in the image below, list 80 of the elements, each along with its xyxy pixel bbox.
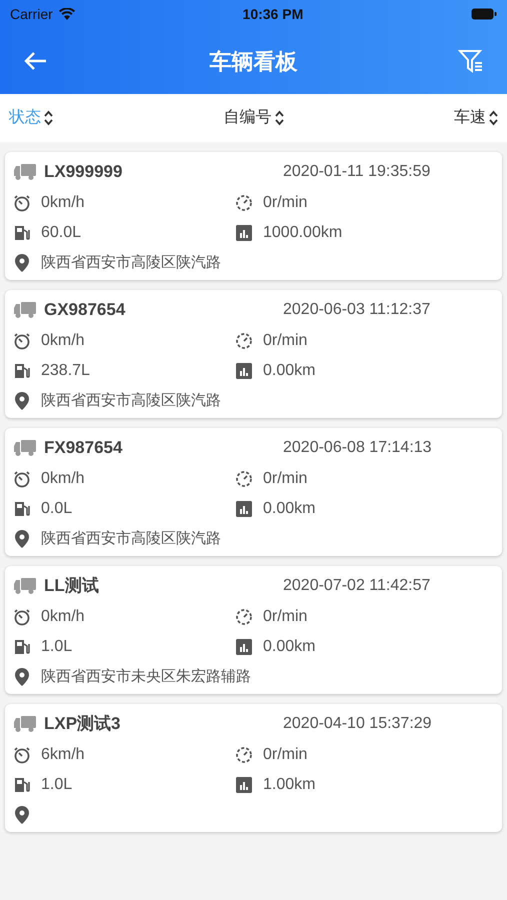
fuel-pump-icon <box>13 638 31 656</box>
filter-button[interactable] <box>457 47 485 75</box>
fuel-value: 1.0L <box>41 637 72 657</box>
mileage-value: 0.00km <box>263 361 316 381</box>
location-pin-icon <box>15 806 29 824</box>
address-text: 陕西省西安市未央区朱宏路辅路 <box>41 666 251 687</box>
location-pin-icon <box>15 530 29 548</box>
clock-time: 10:36 PM <box>242 4 304 24</box>
location-pin-icon <box>15 392 29 410</box>
wifi-icon <box>58 8 75 20</box>
sort-icon <box>274 110 284 126</box>
rpm-value: 0r/min <box>263 193 308 213</box>
vehicle-number: GX987654 <box>44 299 126 322</box>
stopwatch-icon <box>13 746 31 764</box>
bar-chart-icon <box>235 638 253 656</box>
truck-icon <box>13 439 37 457</box>
speed-value: 0km/h <box>41 469 85 489</box>
vehicle-number: LX999999 <box>44 161 122 184</box>
truck-icon <box>13 577 37 595</box>
update-time: 2020-04-10 15:37:29 <box>283 714 432 734</box>
mileage-value: 1000.00km <box>263 223 342 243</box>
address-text: 陕西省西安市高陵区陕汽路 <box>41 252 221 273</box>
stopwatch-icon <box>13 332 31 350</box>
gauge-icon <box>235 470 253 488</box>
bar-chart-icon <box>235 362 253 380</box>
speed-value: 0km/h <box>41 193 85 213</box>
vehicle-card[interactable]: LX999999 2020-01-11 19:35:59 0km/h 0r/min 60.0L 1000.00km 陕西省西安市高陵区陕汽路 <box>5 152 502 280</box>
update-time: 2020-06-03 11:12:37 <box>283 300 430 320</box>
battery-icon <box>470 8 497 20</box>
bar-chart-icon <box>235 224 253 242</box>
fuel-value: 1.0L <box>41 775 72 795</box>
vehicle-number: LL测试 <box>44 575 99 598</box>
mileage-value: 1.00km <box>263 775 316 795</box>
vehicle-card[interactable]: LXP测试3 2020-04-10 15:37:29 6km/h 0r/min 1.0L 1.00km <box>5 704 502 832</box>
fuel-pump-icon <box>13 776 31 794</box>
rpm-value: 0r/min <box>263 745 308 765</box>
vehicle-number: LXP测试3 <box>44 713 121 736</box>
fuel-value: 60.0L <box>41 223 82 243</box>
speed-value: 6km/h <box>41 745 85 765</box>
vehicle-card[interactable]: FX987654 2020-06-08 17:14:13 0km/h 0r/min 0.0L 0.00km 陕西省西安市高陵区陕汽路 <box>5 428 502 556</box>
fuel-value: 238.7L <box>41 361 90 381</box>
rpm-value: 0r/min <box>263 331 308 351</box>
rpm-value: 0r/min <box>263 607 308 627</box>
gauge-icon <box>235 746 253 764</box>
stopwatch-icon <box>13 194 31 212</box>
sort-tab[interactable]: 自编号 <box>224 106 284 130</box>
vehicle-number: FX987654 <box>44 437 122 460</box>
address-text: 陕西省西安市高陵区陕汽路 <box>41 528 221 549</box>
sort-tab[interactable]: 车速 <box>454 106 498 130</box>
bar-chart-icon <box>235 776 253 794</box>
carrier-label: Carrier <box>10 4 53 24</box>
speed-value: 0km/h <box>41 607 85 627</box>
gauge-icon <box>235 332 253 350</box>
fuel-value: 0.0L <box>41 499 72 519</box>
fuel-pump-icon <box>13 224 31 242</box>
mileage-value: 0.00km <box>263 499 316 519</box>
bar-chart-icon <box>235 500 253 518</box>
location-pin-icon <box>15 254 29 272</box>
stopwatch-icon <box>13 470 31 488</box>
rpm-value: 0r/min <box>263 469 308 489</box>
stopwatch-icon <box>13 608 31 626</box>
address-text: 陕西省西安市高陵区陕汽路 <box>41 390 221 411</box>
fuel-pump-icon <box>13 500 31 518</box>
gauge-icon <box>235 608 253 626</box>
truck-icon <box>13 301 37 319</box>
truck-icon <box>13 163 37 181</box>
sort-icon <box>44 110 53 126</box>
mileage-value: 0.00km <box>263 637 316 657</box>
update-time: 2020-07-02 11:42:57 <box>283 576 430 596</box>
vehicle-card[interactable]: LL测试 2020-07-02 11:42:57 0km/h 0r/min 1.0L 0.00km 陕西省西安市未央区朱宏路辅路 <box>5 566 502 694</box>
update-time: 2020-01-11 19:35:59 <box>283 162 430 182</box>
location-pin-icon <box>15 668 29 686</box>
update-time: 2020-06-08 17:14:13 <box>283 438 432 458</box>
sort-icon <box>489 110 498 126</box>
page-title: 车辆看板 <box>210 48 298 76</box>
truck-icon <box>13 715 37 733</box>
fuel-pump-icon <box>13 362 31 380</box>
vehicle-card[interactable]: GX987654 2020-06-03 11:12:37 0km/h 0r/min 238.7L 0.00km 陕西省西安市高陵区陕汽路 <box>5 290 502 418</box>
speed-value: 0km/h <box>41 331 85 351</box>
gauge-icon <box>235 194 253 212</box>
